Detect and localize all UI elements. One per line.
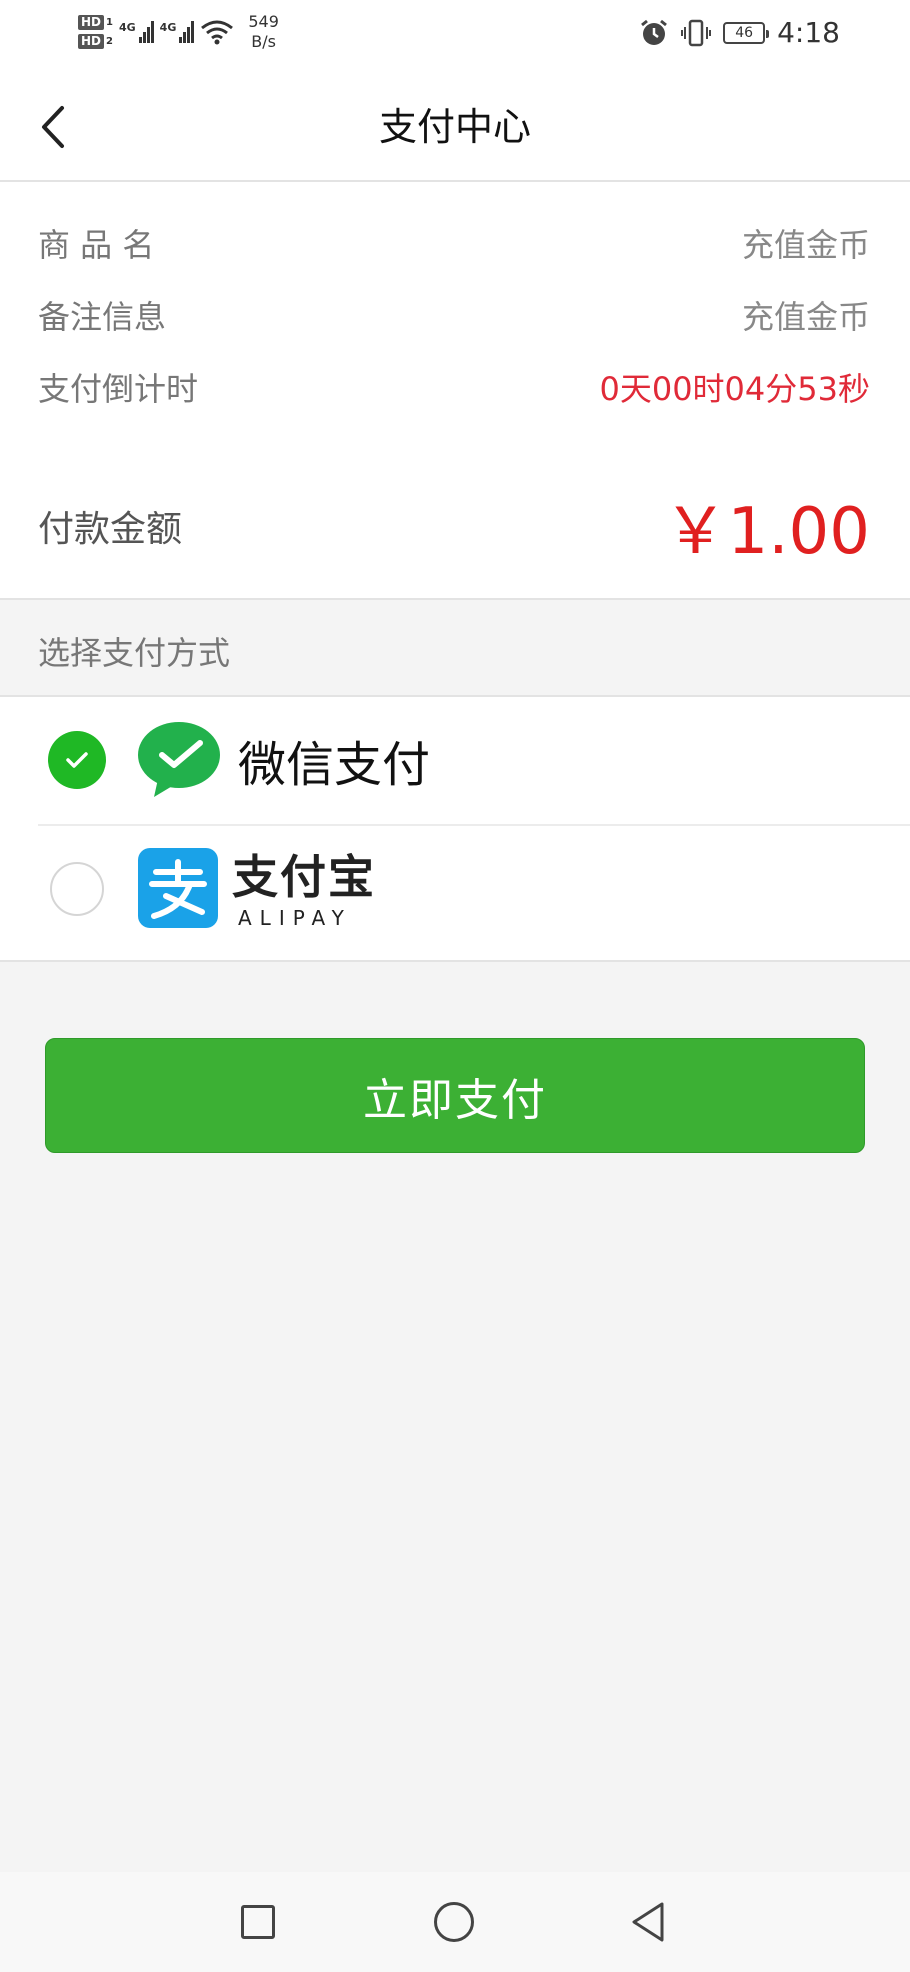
vibrate-icon <box>681 19 712 46</box>
product-row: 商 品 名 充值金币 <box>38 220 870 266</box>
payment-section-title: 选择支付方式 <box>38 634 231 672</box>
remark-row: 备注信息 充值金币 <box>38 292 870 338</box>
amount-row: 付款金额 ￥1.00 <box>38 480 870 572</box>
pay-now-button[interactable]: 立即支付 <box>45 1038 865 1153</box>
network-speed: 549 B/s <box>248 12 279 52</box>
circle-home-icon[interactable] <box>434 1902 474 1942</box>
network-speed-value: 549 <box>248 12 279 31</box>
amount-value: ￥1.00 <box>663 495 871 569</box>
triangle-back-icon[interactable] <box>628 1900 668 1944</box>
countdown-label: 支付倒计时 <box>38 370 199 408</box>
page-title: 支付中心 <box>378 105 531 149</box>
amount-label: 付款金额 <box>38 509 183 550</box>
alipay-icon <box>138 848 218 928</box>
alipay-sublabel: ALIPAY <box>238 906 352 930</box>
system-nav-bar <box>0 1872 910 1972</box>
countdown-row: 支付倒计时 0天00时04分53秒 <box>38 364 870 410</box>
sim-indicators: HD 1 HD 2 <box>78 15 113 49</box>
check-icon <box>66 752 88 768</box>
payment-option-wechat[interactable]: 微信支付 <box>0 697 910 823</box>
clock: 4:18 <box>777 16 840 49</box>
product-label: 商 品 名 <box>38 226 155 264</box>
signal2-icon: 4G <box>160 21 195 43</box>
sim1-hd-badge: HD <box>78 15 105 30</box>
network-speed-unit: B/s <box>251 32 276 51</box>
square-recents-icon[interactable] <box>241 1905 275 1939</box>
signal1-icon: 4G <box>119 21 154 43</box>
signal2-label: 4G <box>159 21 177 34</box>
remark-value: 充值金币 <box>741 298 870 336</box>
battery-level: 46 <box>735 24 754 41</box>
product-value: 充值金币 <box>741 226 870 264</box>
status-right: 46 4:18 <box>639 16 840 49</box>
sim1-indicator: HD 1 <box>78 15 113 30</box>
alipay-label: 支付宝 <box>232 850 376 904</box>
sim2-hd-badge: HD <box>78 34 105 49</box>
order-info-panel: 商 品 名 充值金币 备注信息 充值金币 支付倒计时 0天00时04分53秒 付… <box>0 182 910 600</box>
radio-unchecked-icon[interactable] <box>50 862 104 916</box>
radio-checked-icon[interactable] <box>48 731 106 789</box>
payment-methods-list: 微信支付 支付宝 ALIPAY <box>0 695 910 962</box>
header-bar: 支付中心 <box>0 72 910 182</box>
sim2-index: 2 <box>106 36 113 47</box>
status-left: HD 1 HD 2 4G 4G 549 B/s <box>78 12 279 52</box>
remark-label: 备注信息 <box>38 298 167 336</box>
wechat-pay-label: 微信支付 <box>238 737 431 793</box>
sim2-indicator: HD 2 <box>78 34 113 49</box>
wifi-icon <box>201 20 234 45</box>
sim1-index: 1 <box>106 17 113 28</box>
signal1-label: 4G <box>118 21 136 34</box>
battery-icon: 46 <box>723 21 770 44</box>
countdown-value: 0天00时04分53秒 <box>599 370 870 408</box>
payment-option-alipay[interactable]: 支付宝 ALIPAY <box>0 826 910 952</box>
alarm-icon <box>641 19 668 45</box>
wechat-pay-icon <box>138 722 220 797</box>
status-bar: HD 1 HD 2 4G 4G 549 B/s 46 4:18 <box>0 0 910 72</box>
